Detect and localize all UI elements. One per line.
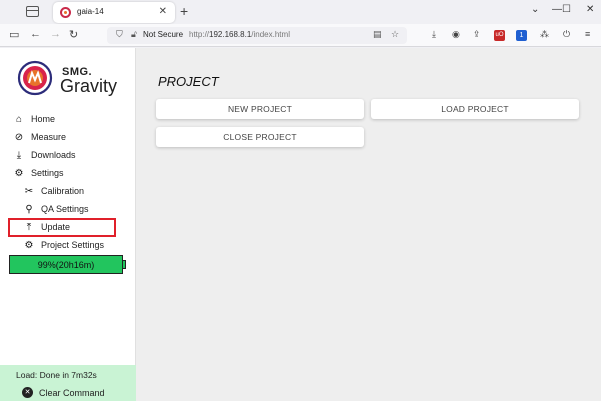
load-status: Load: Done in 7m32s bbox=[16, 370, 97, 380]
search-icon: ⚲ bbox=[25, 203, 33, 215]
sidebar-item-label: Downloads bbox=[31, 150, 76, 160]
chevron-down-icon[interactable]: ⌄ bbox=[531, 4, 539, 15]
update-highlight-box bbox=[8, 218, 116, 237]
gear-icon: ⚙ bbox=[14, 167, 24, 179]
forward-icon[interactable]: → bbox=[50, 28, 61, 40]
sidebar-item-label: Calibration bbox=[41, 186, 85, 196]
shield-icon[interactable]: ⛉ bbox=[116, 29, 123, 40]
extension-icon[interactable]: ⁂ bbox=[540, 29, 549, 40]
close-circle-icon: ✕ bbox=[22, 387, 33, 398]
sidebar-item-calibration[interactable]: ✂ Calibration bbox=[22, 183, 84, 199]
battery-tip bbox=[123, 260, 126, 269]
home-icon: ⌂ bbox=[15, 113, 23, 125]
close-window-icon[interactable]: ✕ bbox=[586, 4, 594, 15]
share-icon[interactable]: ⇪ bbox=[473, 29, 481, 40]
load-project-button[interactable]: LOAD PROJECT bbox=[371, 99, 579, 119]
sidebar: SMG. Gravity ⌂ Home ⊘ Measure ⤓ Download… bbox=[0, 48, 136, 401]
sidebar-item-downloads[interactable]: ⤓ Downloads bbox=[12, 147, 76, 163]
sidebar-item-label: QA Settings bbox=[41, 204, 89, 214]
url-text: http://192.168.8.1/index.html bbox=[189, 30, 290, 39]
logo-brand-bottom: Gravity bbox=[60, 76, 118, 96]
sidebar-item-home[interactable]: ⌂ Home bbox=[12, 111, 55, 127]
download-icon[interactable]: ⤓ bbox=[432, 29, 436, 40]
download-icon: ⤓ bbox=[16, 149, 22, 161]
nav-bar: ▭ ← → ↻ ⛉ 🔓︎ Not Secure http://192.168.8… bbox=[0, 24, 601, 47]
new-tab-icon[interactable]: + bbox=[180, 3, 188, 19]
tab-bar: gaia-14 ✕ + ⌄ — ☐ ✕ bbox=[0, 0, 601, 24]
sidebar-item-qa-settings[interactable]: ⚲ QA Settings bbox=[22, 201, 89, 217]
not-secure-label: Not Secure bbox=[143, 30, 184, 39]
url-bar[interactable]: ⛉ 🔓︎ Not Secure http://192.168.8.1/index… bbox=[107, 27, 407, 44]
account-icon[interactable]: ◉ bbox=[452, 29, 460, 40]
status-panel: Load: Done in 7m32s ✕ Clear Command bbox=[0, 365, 136, 401]
battery-text: 99%(20h16m) bbox=[37, 259, 95, 270]
tools-icon: ✂ bbox=[24, 185, 34, 197]
back-icon[interactable]: ← bbox=[30, 28, 41, 40]
reader-view-icon[interactable]: ▤ bbox=[373, 29, 382, 40]
tab-title: gaia-14 bbox=[77, 7, 104, 16]
page-viewport: SMG. Gravity ⌂ Home ⊘ Measure ⤓ Download… bbox=[0, 48, 601, 401]
reload-icon[interactable]: ↻ bbox=[69, 28, 78, 41]
password-extension-icon[interactable]: 1 bbox=[516, 30, 527, 41]
sidebar-item-label: Settings bbox=[31, 168, 64, 178]
new-project-button[interactable]: NEW PROJECT bbox=[156, 99, 364, 119]
browser-tab[interactable]: gaia-14 ✕ bbox=[53, 2, 175, 23]
battery-status: 99%(20h16m) bbox=[9, 255, 123, 274]
close-tab-icon[interactable]: ✕ bbox=[159, 6, 167, 17]
power-icon[interactable]: ⏻ bbox=[563, 29, 570, 40]
close-project-button[interactable]: CLOSE PROJECT bbox=[156, 127, 364, 147]
clear-command-button[interactable]: ✕ Clear Command bbox=[22, 387, 105, 398]
sidebar-item-label: Project Settings bbox=[41, 240, 105, 250]
sidebar-item-settings[interactable]: ⚙ Settings bbox=[12, 165, 64, 181]
sidebar-item-label: Home bbox=[31, 114, 56, 124]
bookmark-star-icon[interactable]: ☆ bbox=[391, 29, 399, 40]
sidebar-item-label: Measure bbox=[31, 132, 67, 142]
ublock-extension-icon[interactable]: uO bbox=[494, 30, 505, 41]
page-title: PROJECT bbox=[158, 74, 219, 89]
sidebar-item-measure[interactable]: ⊘ Measure bbox=[12, 129, 66, 145]
sidebar-toggle-icon[interactable]: ▭ bbox=[9, 28, 19, 41]
favicon-icon bbox=[60, 7, 71, 18]
gear-icon: ⚙ bbox=[24, 239, 34, 251]
minimize-icon[interactable]: — bbox=[552, 4, 562, 15]
tab-list-icon[interactable] bbox=[26, 6, 39, 17]
restore-icon[interactable]: ☐ bbox=[562, 4, 571, 15]
menu-icon[interactable]: ≡ bbox=[585, 29, 590, 39]
measure-icon: ⊘ bbox=[14, 131, 24, 143]
sidebar-item-project-settings[interactable]: ⚙ Project Settings bbox=[22, 237, 105, 253]
gravity-logo-icon bbox=[17, 60, 53, 96]
clear-command-label: Clear Command bbox=[39, 387, 105, 398]
insecure-lock-icon[interactable]: 🔓︎ bbox=[131, 29, 137, 40]
